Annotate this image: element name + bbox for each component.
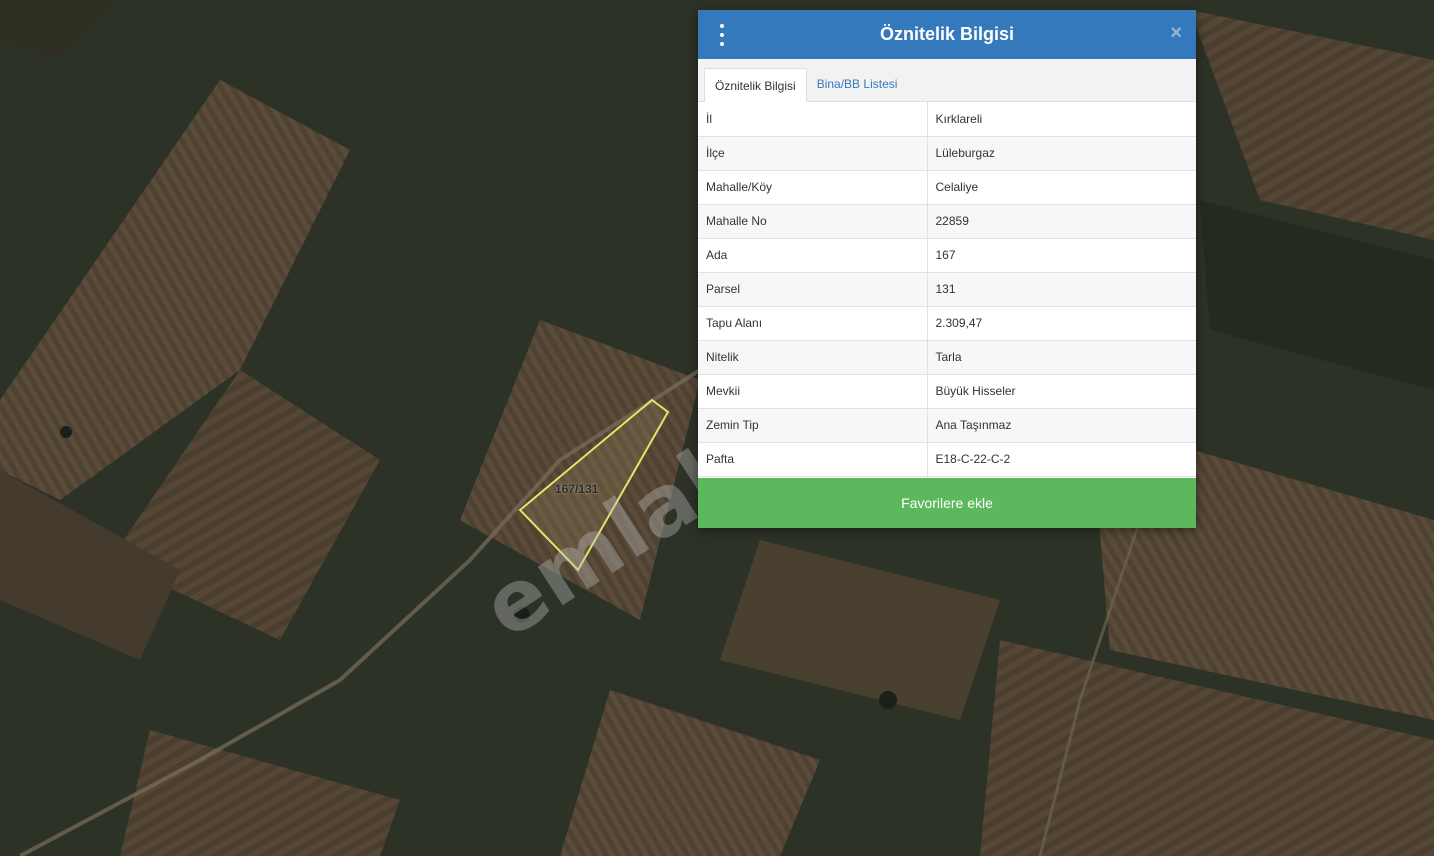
attribute-value: 167 [927, 238, 1196, 273]
tab-building-list[interactable]: Bina/BB Listesi [807, 67, 908, 101]
table-row: Mevkii Büyük Hisseler [698, 374, 1196, 409]
attribute-key: Nitelik [698, 340, 928, 375]
attribute-value: 22859 [927, 204, 1196, 239]
tree [879, 691, 897, 709]
tree [60, 426, 72, 438]
attribute-value: Büyük Hisseler [927, 374, 1196, 409]
parcel-label: 167/131 [555, 482, 599, 496]
attribute-value: Ana Taşınmaz [927, 408, 1196, 443]
tab-bar: Öznitelik Bilgisi Bina/BB Listesi [698, 59, 1196, 102]
attribute-key: Mahalle No [698, 204, 928, 239]
attribute-table: İl Kırklareli İlçe Lüleburgaz Mahalle/Köy Cel… [698, 102, 1196, 477]
table-row: Tapu Alanı 2.309,47 [698, 306, 1196, 341]
panel-title: Öznitelik Bilgisi [879, 24, 1015, 44]
table-row: Mahalle No 22859 [698, 204, 1196, 239]
attribute-panel: Öznitelik Bilgisi × Öznitelik Bilgisi Bi… [698, 10, 1196, 528]
attribute-value: 2.309,47 [927, 306, 1196, 341]
table-row: İl Kırklareli [698, 102, 1196, 137]
close-icon[interactable]: × [1170, 23, 1182, 43]
table-row: Nitelik Tarla [698, 340, 1196, 375]
table-row: Parsel 131 [698, 272, 1196, 307]
attribute-value: Kırklareli [927, 102, 1196, 137]
tab-attribute-info[interactable]: Öznitelik Bilgisi [704, 68, 807, 102]
attribute-key: İl [698, 102, 928, 137]
attribute-key: Mevkii [698, 374, 928, 409]
attribute-key: Zemin Tip [698, 408, 928, 443]
table-row: Pafta E18-C-22-C-2 [698, 442, 1196, 477]
table-row: Mahalle/Köy Celaliye [698, 170, 1196, 205]
attribute-value: E18-C-22-C-2 [927, 442, 1196, 477]
attribute-value: Lüleburgaz [927, 136, 1196, 171]
add-to-favorites-button[interactable]: Favorilere ekle [698, 478, 1196, 528]
attribute-value: 131 [927, 272, 1196, 307]
table-row: Zemin Tip Ana Taşınmaz [698, 408, 1196, 443]
attribute-key: İlçe [698, 136, 928, 171]
kebab-menu-icon[interactable] [718, 24, 726, 46]
tree [514, 607, 530, 623]
panel-header: Öznitelik Bilgisi × [698, 10, 1196, 59]
table-row: İlçe Lüleburgaz [698, 136, 1196, 171]
attribute-value: Celaliye [927, 170, 1196, 205]
attribute-key: Mahalle/Köy [698, 170, 928, 205]
attribute-key: Tapu Alanı [698, 306, 928, 341]
attribute-key: Parsel [698, 272, 928, 307]
attribute-key: Pafta [698, 442, 928, 477]
attribute-key: Ada [698, 238, 928, 273]
table-row: Ada 167 [698, 238, 1196, 273]
attribute-value: Tarla [927, 340, 1196, 375]
